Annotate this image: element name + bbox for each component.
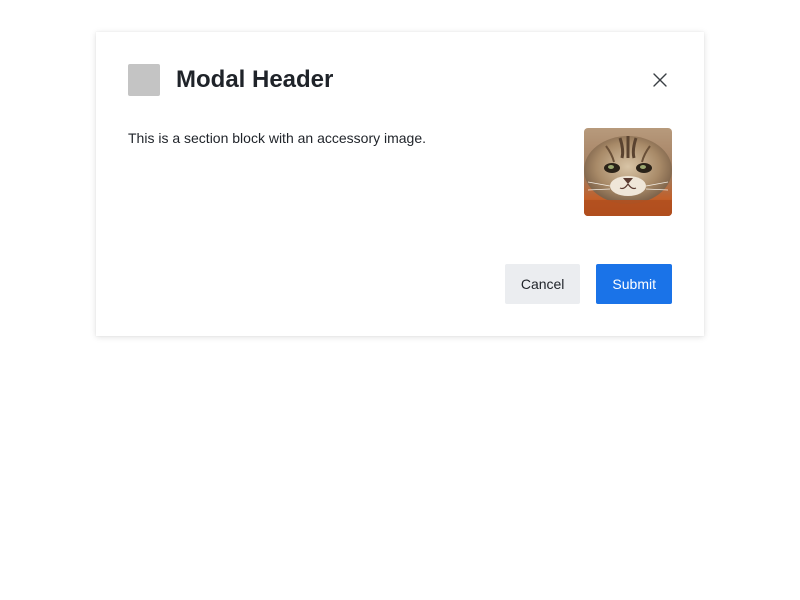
cancel-button[interactable]: Cancel (504, 264, 581, 304)
section-text: This is a section block with an accessor… (128, 130, 427, 146)
close-button[interactable] (646, 66, 674, 94)
header-placeholder-icon (128, 64, 160, 96)
section-block: This is a section block with an accessor… (128, 128, 672, 216)
modal-title: Modal Header (176, 66, 334, 93)
submit-button[interactable]: Submit (596, 264, 672, 304)
cat-photo-image (584, 128, 672, 216)
modal-footer: Cancel Submit (504, 264, 672, 304)
close-icon (653, 73, 667, 87)
modal-dialog: Modal Header This is a section block wit… (96, 32, 704, 336)
modal-header: Modal Header (128, 64, 672, 96)
accessory-image (584, 128, 672, 216)
